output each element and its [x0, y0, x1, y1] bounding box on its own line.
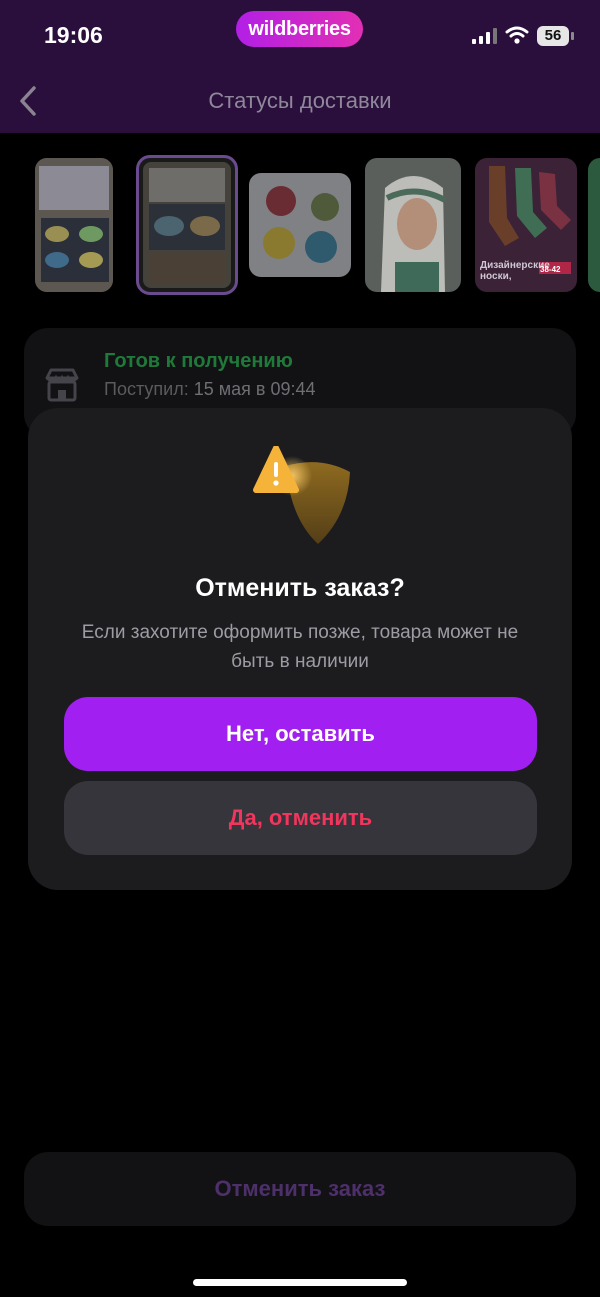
- top-header: 19:06 wildberries 56 Статусы доставки: [0, 0, 600, 133]
- cancel-order-button[interactable]: Отменить заказ: [24, 1152, 576, 1226]
- product-thumbnail-1[interactable]: [35, 158, 113, 292]
- order-state: Готов к получению: [104, 350, 293, 372]
- cellular-signal-icon: [472, 28, 497, 44]
- arrived-info: Поступил: 15 мая в 09:44: [104, 379, 315, 400]
- bowls-image: [249, 173, 351, 277]
- battery-tip: [571, 32, 574, 40]
- dialog-title: Отменить заказ?: [195, 574, 405, 602]
- bowls-image: [35, 158, 113, 292]
- wifi-icon: [505, 26, 529, 44]
- brand-logo: wildberries: [236, 11, 363, 47]
- headscarf-model-image: [365, 158, 461, 292]
- arrived-label: Поступил:: [104, 379, 189, 399]
- status-bar: 19:06 wildberries 56: [0, 0, 600, 70]
- confirm-cancel-button[interactable]: Да, отменить: [64, 781, 537, 855]
- cancel-order-dialog: Отменить заказ? Если захотите оформить п…: [28, 408, 572, 890]
- arrived-value: 15 мая в 09:44: [193, 379, 316, 399]
- home-indicator: [193, 1279, 407, 1286]
- sock-size-badge: 38-42: [540, 265, 561, 274]
- product-thumbnail-2-selected[interactable]: [136, 155, 238, 295]
- product-thumbnail-4[interactable]: [365, 158, 461, 292]
- product-thumbnail-3[interactable]: [249, 173, 351, 277]
- keep-order-button[interactable]: Нет, оставить: [64, 697, 537, 771]
- battery-indicator: 56: [537, 26, 569, 46]
- product-thumbnail-6[interactable]: [588, 158, 600, 292]
- dialog-text: Если захотите оформить позже, товара мож…: [81, 622, 519, 672]
- page-title: Статусы доставки: [208, 88, 392, 113]
- store-icon: [45, 368, 79, 402]
- warning-shield-icon: [253, 446, 350, 544]
- product-thumbnails: Дизайнерские носки, 38-42: [0, 150, 600, 300]
- bowls-image: [143, 162, 231, 288]
- status-time: 19:06: [44, 22, 103, 48]
